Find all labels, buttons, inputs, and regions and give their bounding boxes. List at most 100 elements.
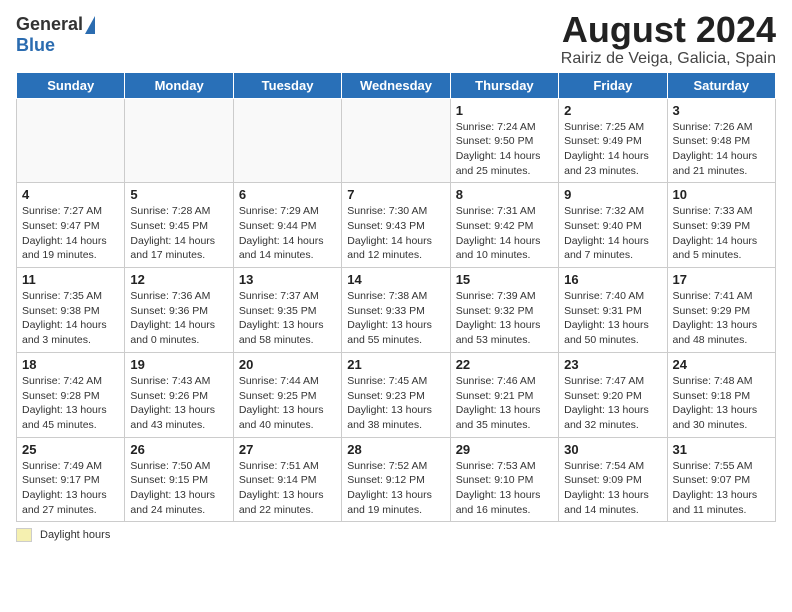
day-info: Sunrise: 7:43 AMSunset: 9:26 PMDaylight:… xyxy=(130,374,227,433)
weekday-header: Friday xyxy=(559,72,667,98)
day-number: 17 xyxy=(673,272,770,287)
calendar-cell: 10 Sunrise: 7:33 AMSunset: 9:39 PMDayligh… xyxy=(667,183,775,268)
title-block: August 2024 Rairiz de Veiga, Galicia, Sp… xyxy=(561,10,776,68)
day-number: 28 xyxy=(347,442,444,457)
day-info: Sunrise: 7:50 AMSunset: 9:15 PMDaylight:… xyxy=(130,459,227,518)
calendar-cell: 1 Sunrise: 7:24 AMSunset: 9:50 PMDaylight… xyxy=(450,98,558,183)
day-info: Sunrise: 7:37 AMSunset: 9:35 PMDaylight:… xyxy=(239,289,336,348)
day-number: 8 xyxy=(456,187,553,202)
day-info: Sunrise: 7:33 AMSunset: 9:39 PMDaylight:… xyxy=(673,204,770,263)
day-info: Sunrise: 7:24 AMSunset: 9:50 PMDaylight:… xyxy=(456,120,553,179)
day-number: 1 xyxy=(456,103,553,118)
day-number: 7 xyxy=(347,187,444,202)
calendar-cell: 14Sunrise: 7:38 AMSunset: 9:33 PMDayligh… xyxy=(342,268,450,353)
main-title: August 2024 xyxy=(561,10,776,50)
day-number: 19 xyxy=(130,357,227,372)
page: General Blue August 2024 Rairiz de Veiga… xyxy=(0,0,792,612)
day-info: Sunrise: 7:27 AMSunset: 9:47 PMDaylight:… xyxy=(22,204,119,263)
logo-triangle-icon xyxy=(85,16,95,34)
day-info: Sunrise: 7:35 AMSunset: 9:38 PMDaylight:… xyxy=(22,289,119,348)
day-number: 20 xyxy=(239,357,336,372)
weekday-header: Saturday xyxy=(667,72,775,98)
day-info: Sunrise: 7:39 AMSunset: 9:32 PMDaylight:… xyxy=(456,289,553,348)
footer: Daylight hours xyxy=(16,528,776,542)
calendar-cell: 22Sunrise: 7:46 AMSunset: 9:21 PMDayligh… xyxy=(450,352,558,437)
weekday-header: Tuesday xyxy=(233,72,341,98)
calendar-cell xyxy=(342,98,450,183)
day-info: Sunrise: 7:52 AMSunset: 9:12 PMDaylight:… xyxy=(347,459,444,518)
calendar-week-row: 4 Sunrise: 7:27 AMSunset: 9:47 PMDaylight… xyxy=(17,183,776,268)
day-number: 2 xyxy=(564,103,661,118)
calendar-cell xyxy=(125,98,233,183)
logo: General Blue xyxy=(16,14,95,56)
calendar-cell: 30 Sunrise: 7:54 AMSunset: 9:09 PMDayligh… xyxy=(559,437,667,522)
calendar-cell: 20 Sunrise: 7:44 AMSunset: 9:25 PMDayligh… xyxy=(233,352,341,437)
day-info: Sunrise: 7:53 AMSunset: 9:10 PMDaylight:… xyxy=(456,459,553,518)
calendar-cell: 28 Sunrise: 7:52 AMSunset: 9:12 PMDayligh… xyxy=(342,437,450,522)
calendar-cell: 21Sunrise: 7:45 AMSunset: 9:23 PMDayligh… xyxy=(342,352,450,437)
day-number: 10 xyxy=(673,187,770,202)
calendar-cell: 11 Sunrise: 7:35 AMSunset: 9:38 PMDayligh… xyxy=(17,268,125,353)
day-number: 9 xyxy=(564,187,661,202)
day-info: Sunrise: 7:51 AMSunset: 9:14 PMDaylight:… xyxy=(239,459,336,518)
calendar-cell: 7 Sunrise: 7:30 AMSunset: 9:43 PMDaylight… xyxy=(342,183,450,268)
day-info: Sunrise: 7:32 AMSunset: 9:40 PMDaylight:… xyxy=(564,204,661,263)
calendar-week-row: 18Sunrise: 7:42 AMSunset: 9:28 PMDayligh… xyxy=(17,352,776,437)
calendar-week-row: 25 Sunrise: 7:49 AMSunset: 9:17 PMDayligh… xyxy=(17,437,776,522)
day-info: Sunrise: 7:29 AMSunset: 9:44 PMDaylight:… xyxy=(239,204,336,263)
day-number: 24 xyxy=(673,357,770,372)
day-number: 16 xyxy=(564,272,661,287)
calendar-cell: 2Sunrise: 7:25 AMSunset: 9:49 PMDaylight… xyxy=(559,98,667,183)
day-number: 26 xyxy=(130,442,227,457)
calendar-cell: 13 Sunrise: 7:37 AMSunset: 9:35 PMDayligh… xyxy=(233,268,341,353)
day-info: Sunrise: 7:45 AMSunset: 9:23 PMDaylight:… xyxy=(347,374,444,433)
daylight-label: Daylight hours xyxy=(40,529,110,541)
day-number: 15 xyxy=(456,272,553,287)
daylight-icon xyxy=(16,528,32,542)
day-info: Sunrise: 7:55 AMSunset: 9:07 PMDaylight:… xyxy=(673,459,770,518)
day-info: Sunrise: 7:46 AMSunset: 9:21 PMDaylight:… xyxy=(456,374,553,433)
day-number: 11 xyxy=(22,272,119,287)
day-info: Sunrise: 7:30 AMSunset: 9:43 PMDaylight:… xyxy=(347,204,444,263)
calendar-cell xyxy=(17,98,125,183)
day-number: 23 xyxy=(564,357,661,372)
calendar-cell: 5 Sunrise: 7:28 AMSunset: 9:45 PMDaylight… xyxy=(125,183,233,268)
day-info: Sunrise: 7:41 AMSunset: 9:29 PMDaylight:… xyxy=(673,289,770,348)
calendar-week-row: 1 Sunrise: 7:24 AMSunset: 9:50 PMDaylight… xyxy=(17,98,776,183)
weekday-header: Wednesday xyxy=(342,72,450,98)
weekday-header: Thursday xyxy=(450,72,558,98)
day-info: Sunrise: 7:44 AMSunset: 9:25 PMDaylight:… xyxy=(239,374,336,433)
day-number: 6 xyxy=(239,187,336,202)
calendar-cell: 18Sunrise: 7:42 AMSunset: 9:28 PMDayligh… xyxy=(17,352,125,437)
subtitle: Rairiz de Veiga, Galicia, Spain xyxy=(561,50,776,68)
calendar-header-row: SundayMondayTuesdayWednesdayThursdayFrid… xyxy=(17,72,776,98)
calendar-cell: 27 Sunrise: 7:51 AMSunset: 9:14 PMDayligh… xyxy=(233,437,341,522)
day-number: 30 xyxy=(564,442,661,457)
day-info: Sunrise: 7:26 AMSunset: 9:48 PMDaylight:… xyxy=(673,120,770,179)
calendar-cell: 15 Sunrise: 7:39 AMSunset: 9:32 PMDayligh… xyxy=(450,268,558,353)
day-number: 18 xyxy=(22,357,119,372)
day-info: Sunrise: 7:28 AMSunset: 9:45 PMDaylight:… xyxy=(130,204,227,263)
day-info: Sunrise: 7:54 AMSunset: 9:09 PMDaylight:… xyxy=(564,459,661,518)
calendar-week-row: 11 Sunrise: 7:35 AMSunset: 9:38 PMDayligh… xyxy=(17,268,776,353)
day-number: 12 xyxy=(130,272,227,287)
logo-blue-text: Blue xyxy=(16,35,55,56)
day-info: Sunrise: 7:31 AMSunset: 9:42 PMDaylight:… xyxy=(456,204,553,263)
calendar-cell: 4 Sunrise: 7:27 AMSunset: 9:47 PMDaylight… xyxy=(17,183,125,268)
header: General Blue August 2024 Rairiz de Veiga… xyxy=(16,10,776,68)
calendar-cell: 17 Sunrise: 7:41 AMSunset: 9:29 PMDayligh… xyxy=(667,268,775,353)
day-info: Sunrise: 7:49 AMSunset: 9:17 PMDaylight:… xyxy=(22,459,119,518)
day-number: 13 xyxy=(239,272,336,287)
logo-general-text: General xyxy=(16,14,83,35)
calendar-cell: 8 Sunrise: 7:31 AMSunset: 9:42 PMDaylight… xyxy=(450,183,558,268)
day-number: 14 xyxy=(347,272,444,287)
calendar-cell: 9 Sunrise: 7:32 AMSunset: 9:40 PMDaylight… xyxy=(559,183,667,268)
day-number: 27 xyxy=(239,442,336,457)
calendar-cell: 29Sunrise: 7:53 AMSunset: 9:10 PMDayligh… xyxy=(450,437,558,522)
day-number: 4 xyxy=(22,187,119,202)
calendar-cell: 19 Sunrise: 7:43 AMSunset: 9:26 PMDayligh… xyxy=(125,352,233,437)
day-number: 31 xyxy=(673,442,770,457)
day-number: 5 xyxy=(130,187,227,202)
day-number: 25 xyxy=(22,442,119,457)
calendar-cell: 25 Sunrise: 7:49 AMSunset: 9:17 PMDayligh… xyxy=(17,437,125,522)
